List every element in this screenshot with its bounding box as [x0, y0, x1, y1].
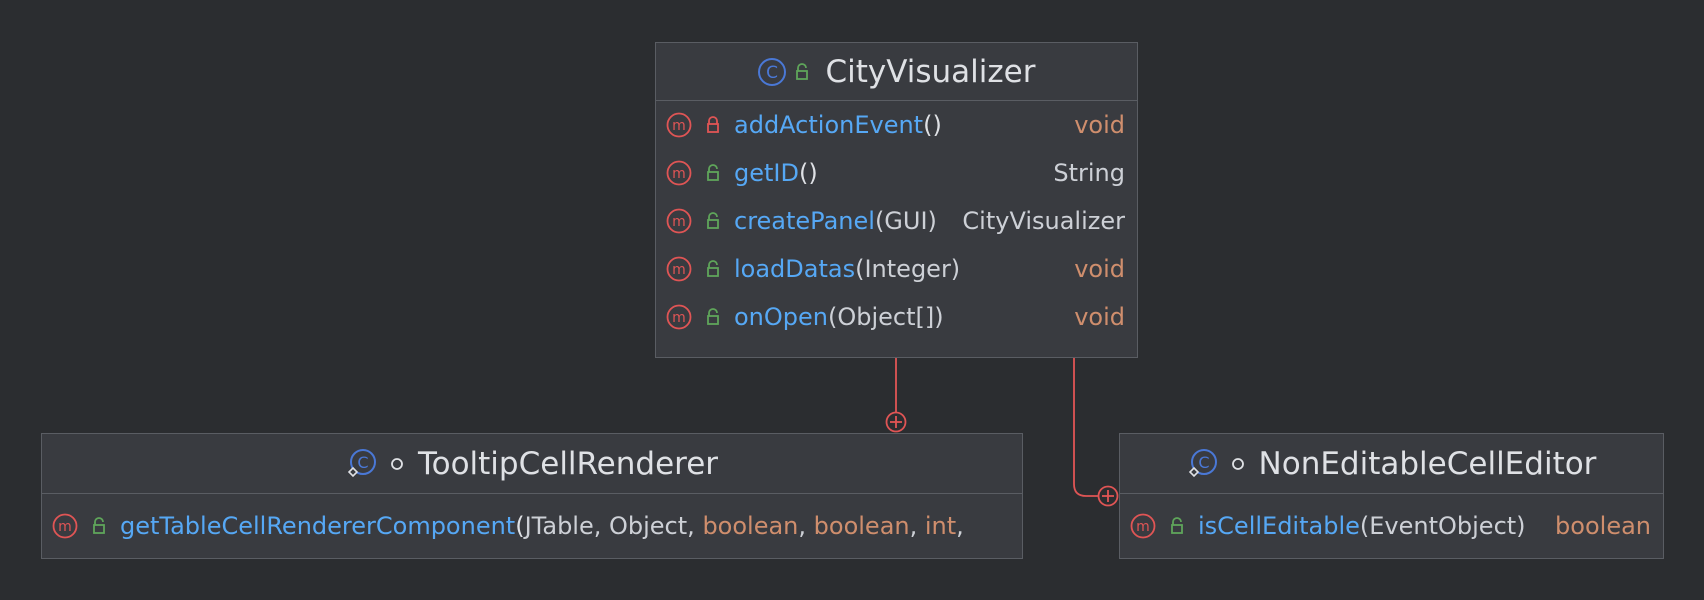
method-row[interactable]: m addActionEvent() void	[656, 101, 1137, 149]
class-box-tooltipcellrenderer[interactable]: C TooltipCellRenderer m getTableCellRend…	[41, 433, 1023, 559]
method-name: addActionEvent	[734, 111, 924, 139]
svg-text:C: C	[1198, 453, 1209, 472]
inner-class-connector-icon	[1097, 485, 1119, 507]
class-icon: C	[757, 57, 787, 87]
package-private-icon	[390, 457, 404, 471]
param-punct: ,	[909, 512, 925, 540]
public-lock-icon	[795, 62, 811, 81]
class-name: TooltipCellRenderer	[417, 445, 719, 482]
param-punct: ,	[593, 512, 609, 540]
class-name: CityVisualizer	[825, 53, 1036, 90]
inner-class-icon: C	[346, 448, 378, 480]
svg-text:m: m	[672, 118, 686, 134]
inner-class-connector-icon	[885, 411, 907, 433]
method-icon: m	[666, 304, 692, 330]
return-type: void	[1074, 255, 1125, 283]
method-name: createPanel	[734, 207, 875, 235]
public-lock-icon	[93, 517, 105, 534]
method-row[interactable]: m loadDatas (Integer) void	[656, 245, 1137, 293]
public-lock-icon	[1171, 517, 1183, 534]
param-type: int	[924, 512, 957, 540]
public-lock-icon	[707, 260, 719, 277]
param-type: boolean	[702, 512, 799, 540]
svg-text:m: m	[672, 310, 686, 326]
param-punct: ,	[798, 512, 814, 540]
svg-text:m: m	[1136, 519, 1150, 535]
method-name: loadDatas	[734, 255, 856, 283]
class-box-cityvisualizer[interactable]: C CityVisualizer m addActionEvent() void…	[655, 42, 1138, 358]
param-punct: ,	[687, 512, 703, 540]
public-lock-icon	[707, 164, 719, 181]
method-icon: m	[666, 112, 692, 138]
return-type: String	[1053, 159, 1125, 187]
method-name: getTableCellRendererComponent	[120, 512, 516, 540]
method-params: (Integer)	[855, 255, 961, 283]
method-params: ()	[923, 111, 942, 139]
private-lock-icon	[707, 116, 719, 133]
method-name: onOpen	[734, 303, 828, 331]
public-lock-icon	[707, 308, 719, 325]
public-lock-icon	[707, 212, 719, 229]
return-type: void	[1074, 111, 1125, 139]
method-name: getID	[734, 159, 799, 187]
method-row[interactable]: m getID() String	[656, 149, 1137, 197]
class-name: NonEditableCellEditor	[1258, 445, 1597, 482]
inner-class-icon: C	[1187, 448, 1219, 480]
method-params: ()	[798, 159, 818, 187]
class-header[interactable]: C CityVisualizer	[656, 43, 1137, 101]
method-icon: m	[666, 208, 692, 234]
svg-text:m: m	[672, 214, 686, 230]
param-type: boolean	[813, 512, 910, 540]
class-header[interactable]: C NonEditableCellEditor	[1120, 434, 1663, 494]
method-params: (Object[])	[828, 303, 944, 331]
method-icon: m	[666, 160, 692, 186]
svg-text:m: m	[58, 519, 72, 535]
package-private-icon	[1231, 457, 1245, 471]
param-type: JTable	[524, 512, 594, 540]
return-type: void	[1074, 303, 1125, 331]
method-params: (GUI)	[874, 207, 937, 235]
method-params: (EventObject)	[1359, 512, 1526, 540]
param-punct: ,	[956, 512, 964, 540]
svg-text:m: m	[672, 166, 686, 182]
method-row[interactable]: m isCellEditable (EventObject) boolean	[1120, 494, 1663, 558]
class-header[interactable]: C TooltipCellRenderer	[42, 434, 1022, 494]
connector-line-editor	[1073, 358, 1099, 497]
method-name: isCellEditable	[1198, 512, 1360, 540]
return-type: CityVisualizer	[962, 207, 1125, 235]
return-type: boolean	[1555, 512, 1651, 540]
svg-text:C: C	[357, 453, 368, 472]
svg-text:C: C	[767, 63, 779, 83]
method-icon: m	[52, 513, 78, 539]
method-icon: m	[1130, 513, 1156, 539]
param-punct: (	[515, 512, 525, 540]
method-row[interactable]: m onOpen (Object[]) void	[656, 293, 1137, 341]
param-type: Object	[609, 512, 688, 540]
class-box-noneditablecelleditor[interactable]: C NonEditableCellEditor m isCellEditable…	[1119, 433, 1664, 559]
method-row[interactable]: m createPanel (GUI) CityVisualizer	[656, 197, 1137, 245]
method-row[interactable]: m getTableCellRendererComponent(JTable, …	[42, 494, 1022, 558]
method-icon: m	[666, 256, 692, 282]
svg-text:m: m	[672, 262, 686, 278]
